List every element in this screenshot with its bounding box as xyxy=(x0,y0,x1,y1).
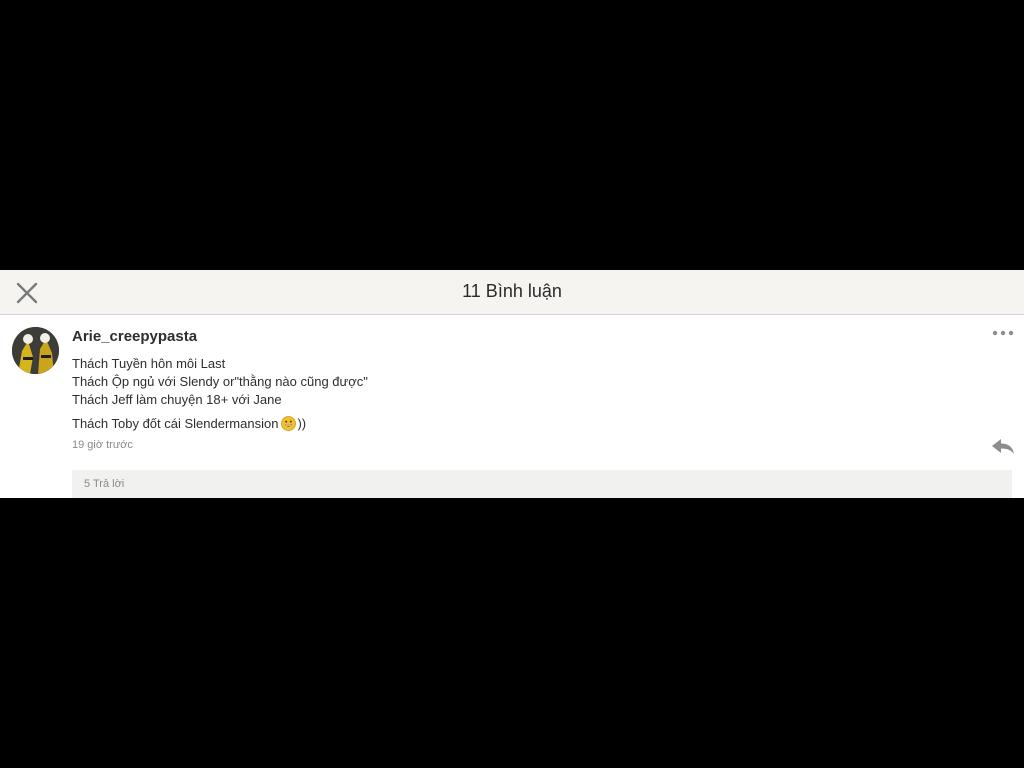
replies-count-label: 5 Trả lời xyxy=(84,478,125,490)
comments-panel: 11 Bình luận Arie_creepypasta Thách Tuyề… xyxy=(0,270,1024,498)
comment-author[interactable]: Arie_creepypasta xyxy=(72,328,197,345)
more-options-icon xyxy=(992,330,1014,336)
letterbox-top xyxy=(0,0,1024,270)
comment-line: Thách Jeff làm chuyện 18+ với Jane xyxy=(72,392,282,407)
reply-icon xyxy=(992,439,1014,454)
grinning-emoji-icon xyxy=(281,416,297,431)
comments-header: 11 Bình luận xyxy=(0,270,1024,315)
avatar-image xyxy=(12,327,59,374)
more-options-button[interactable] xyxy=(990,326,1016,340)
view-replies-button[interactable]: 5 Trả lời xyxy=(72,470,1012,498)
comment-line-with-emoji: Thách Toby đốt cái Slendermansion )) xyxy=(72,415,368,433)
comment-body: Thách Tuyền hôn môi Last Thách Ộp ngủ vớ… xyxy=(72,355,368,433)
comment-line: Thách Ộp ngủ với Slendy or"thằng nào cũn… xyxy=(72,374,368,389)
avatar[interactable] xyxy=(12,327,59,374)
letterbox-bottom xyxy=(0,498,1024,768)
comment-line: Thách Tuyền hôn môi Last xyxy=(72,356,226,371)
comment-line: Thách Toby đốt cái Slendermansion xyxy=(72,416,279,431)
comment-trailing-text: )) xyxy=(297,416,307,431)
comments-count-title: 11 Bình luận xyxy=(462,281,562,301)
reply-button[interactable] xyxy=(990,436,1016,456)
comment-timestamp: 19 giờ trước xyxy=(72,439,133,451)
